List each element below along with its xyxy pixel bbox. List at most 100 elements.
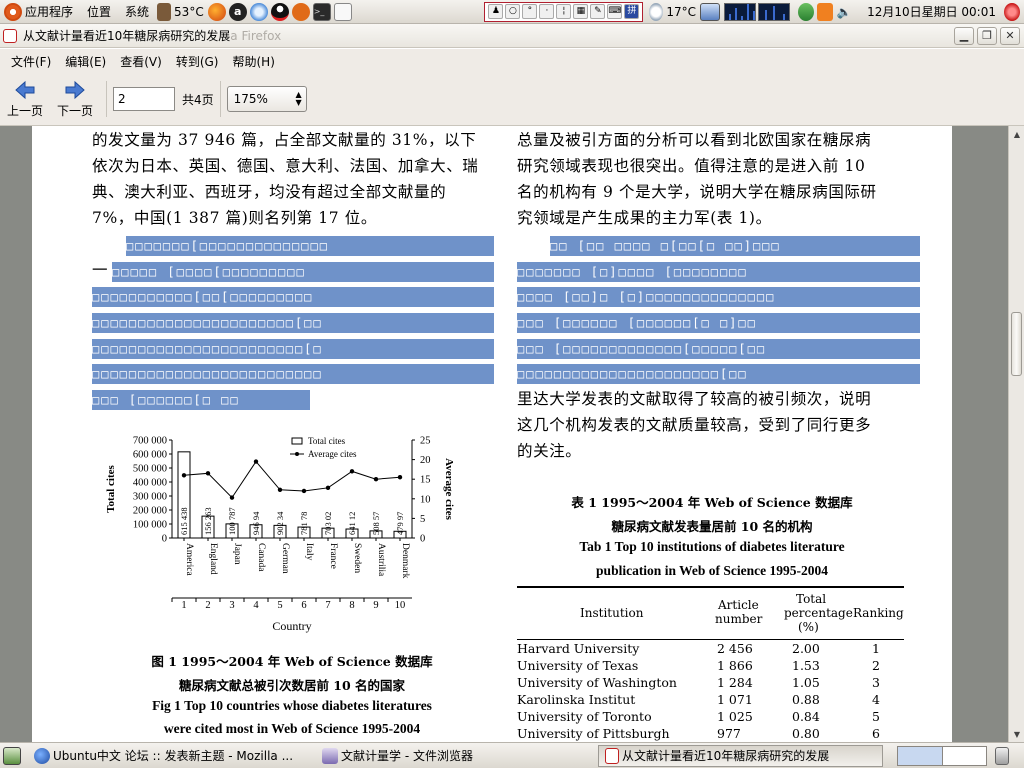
legend-bar-swatch — [291, 437, 303, 445]
cell-article-number: 977 — [717, 726, 741, 741]
right-line: 这几个机构发表的文献质量较高，受到了同行更多 — [517, 416, 872, 434]
volume-icon[interactable]: 🔈 — [836, 3, 852, 21]
toolbar: 上一页 下一页 共4页 175% ▲▼ — [0, 73, 1024, 126]
firefox-launcher-icon[interactable] — [207, 2, 226, 21]
update-notifier-icon[interactable] — [817, 2, 834, 21]
cell-institution: University of Pittsburgh — [517, 726, 670, 741]
ime-link-icon[interactable]: ¦ — [556, 4, 572, 19]
places-menu[interactable]: 位置 — [77, 0, 115, 24]
right-line: 总量及被引方面的分析可以看到北欧国家在糖尿病 — [517, 131, 872, 149]
input-method-tray[interactable]: ♟ ○ ° · ¦ ▦ ✎ ⌨ 拼 — [484, 1, 644, 22]
y-tick-label: 500 000 — [133, 464, 167, 475]
network-monitor-icon[interactable] — [700, 2, 721, 21]
previous-page-button[interactable]: 上一页 — [0, 75, 50, 123]
shutdown-icon[interactable] — [1004, 2, 1020, 21]
average-cites-point — [301, 488, 307, 494]
messenger-launcher-icon[interactable] — [249, 2, 268, 21]
toolbar-separator — [219, 81, 221, 117]
close-button[interactable]: ✕ — [1000, 26, 1020, 45]
figure-caption-cn-2: 糖尿病文献总被引次数居前 10 名的国家 — [178, 678, 406, 693]
bar-value-label: 641 12 — [347, 512, 357, 535]
qq-launcher-icon[interactable] — [270, 2, 289, 21]
x-tick-label: Italy — [304, 543, 314, 561]
average-cites-point — [349, 469, 355, 474]
selection-row: □□□□□□□ [□]□□□□ [□□□□□□□□ — [517, 262, 920, 282]
window-titlebar[interactable]: 从文献计量看近10年糖尿病研究的发展 a Firefox ▁ ❐ ✕ — [0, 24, 1024, 48]
applications-menu-label: 应用程序 — [25, 5, 74, 19]
a-launcher-icon[interactable]: a — [228, 2, 247, 21]
table-title-en-1: Tab 1 Top 10 institutions of diabetes li… — [579, 539, 845, 554]
ime-mode-icon[interactable]: · — [539, 4, 555, 19]
memory-monitor-graph[interactable] — [758, 2, 791, 21]
y2-tick-label: 20 — [420, 455, 431, 466]
clock[interactable]: 12月10日星期日 00:01 — [855, 0, 1004, 24]
vertical-scrollbar[interactable]: ▲ ▼ — [1008, 126, 1024, 742]
cell-ranking: 5 — [872, 709, 880, 724]
next-page-button[interactable]: 下一页 — [50, 75, 100, 123]
trash-icon[interactable] — [995, 746, 1009, 765]
scroll-down-arrow-icon[interactable]: ▼ — [1009, 726, 1024, 742]
x-axis-title: Country — [272, 619, 311, 633]
bar-value-label: 902 34 — [275, 511, 285, 535]
x-tick-label: Japan — [232, 543, 242, 565]
cell-ranking: 6 — [872, 726, 880, 741]
selection-row: □□□□□□□□□□□□□□□□□□□□□□□□□ — [92, 364, 494, 384]
menu-edit[interactable]: 编辑(E) — [58, 53, 113, 70]
cell-ranking: 4 — [872, 692, 880, 707]
editor-launcher-icon[interactable] — [333, 2, 352, 21]
ime-draw-icon[interactable]: ✎ — [590, 4, 606, 19]
y-tick-label: 100 000 — [133, 520, 167, 531]
taskbar-firefox[interactable]: Ubuntu中文 论坛 :: 发表新主题 - Mozilla ... — [27, 745, 312, 767]
ime-pinyin-icon[interactable]: 拼 — [624, 4, 640, 19]
x-category-number: 8 — [349, 600, 354, 611]
menu-file[interactable]: 文件(F) — [4, 53, 58, 70]
workspace-2[interactable] — [943, 747, 987, 765]
table-top-rule — [517, 586, 904, 588]
legend-label: Total cites — [308, 436, 346, 446]
scrollbar-thumb[interactable] — [1011, 312, 1022, 376]
ubuntu-logo-icon — [4, 2, 22, 21]
table-header-rule — [517, 639, 904, 640]
minimize-button[interactable]: ▁ — [954, 26, 974, 45]
system-monitor-graph[interactable] — [724, 2, 757, 21]
taskbar-file-browser[interactable]: 文献计量学 - 文件浏览器 — [315, 745, 595, 767]
ubuntu-launcher-icon[interactable] — [291, 2, 310, 21]
selection-row: □□□ [□□□□□□[□ □□ — [92, 390, 310, 410]
x-category-number: 2 — [205, 600, 210, 611]
x-tick-label: Austrilia — [376, 543, 386, 577]
zoom-select[interactable]: 175% ▲ ▼ — [226, 86, 307, 112]
workspace-1[interactable] — [898, 746, 943, 765]
weather[interactable]: 17°C — [645, 0, 700, 24]
right-line: 名的机构有 9 个是大学，说明大学在糖尿病国际研 — [517, 183, 877, 201]
header-total: (%) — [798, 620, 819, 634]
system-menu[interactable]: 系统 — [115, 0, 153, 24]
x-category-number: 4 — [253, 600, 259, 611]
thermometer-icon — [157, 2, 172, 21]
ime-punct-icon[interactable]: ° — [522, 4, 538, 19]
right-line: 的关注。 — [517, 442, 582, 460]
taskbar-pdf-viewer[interactable]: 从文献计量看近10年糖尿病研究的发展 — [598, 744, 883, 767]
x-category-number: 5 — [277, 600, 282, 611]
menu-help[interactable]: 帮助(H) — [225, 53, 281, 70]
figure-caption-en-2: were cited most in Web of Science 1995-2… — [163, 721, 421, 736]
page-number-input[interactable] — [113, 87, 175, 111]
taskbar-firefox-label: Ubuntu中文 论坛 :: 发表新主题 - Mozilla ... — [53, 749, 294, 763]
keyboard-icon[interactable]: ⌨ — [607, 4, 623, 19]
menu-go[interactable]: 转到(G) — [169, 53, 226, 70]
workspace-switcher[interactable] — [897, 745, 987, 766]
ime-fullwidth-icon[interactable]: ○ — [505, 4, 521, 19]
x-tick-label: America — [184, 543, 194, 576]
menu-view[interactable]: 查看(V) — [113, 53, 169, 70]
y-tick-label: 600 000 — [133, 450, 167, 461]
terminal-launcher-icon[interactable]: >_ — [312, 2, 331, 21]
bar-value-label: 703 02 — [323, 512, 333, 535]
penguin-icon[interactable]: ♟ — [488, 4, 504, 19]
average-cites-point — [325, 485, 331, 491]
ime-table-icon[interactable]: ▦ — [573, 4, 589, 19]
show-desktop-icon[interactable] — [3, 746, 21, 765]
scroll-up-arrow-icon[interactable]: ▲ — [1009, 126, 1024, 142]
network-status-icon[interactable] — [798, 2, 815, 21]
document-view[interactable]: 的发文量为 37 946 篇，占全部文献量的 31%，以下 依次为日本、英国、德… — [0, 126, 1008, 742]
applications-menu[interactable]: 应用程序 — [0, 0, 77, 24]
maximize-button[interactable]: ❐ — [977, 26, 997, 45]
